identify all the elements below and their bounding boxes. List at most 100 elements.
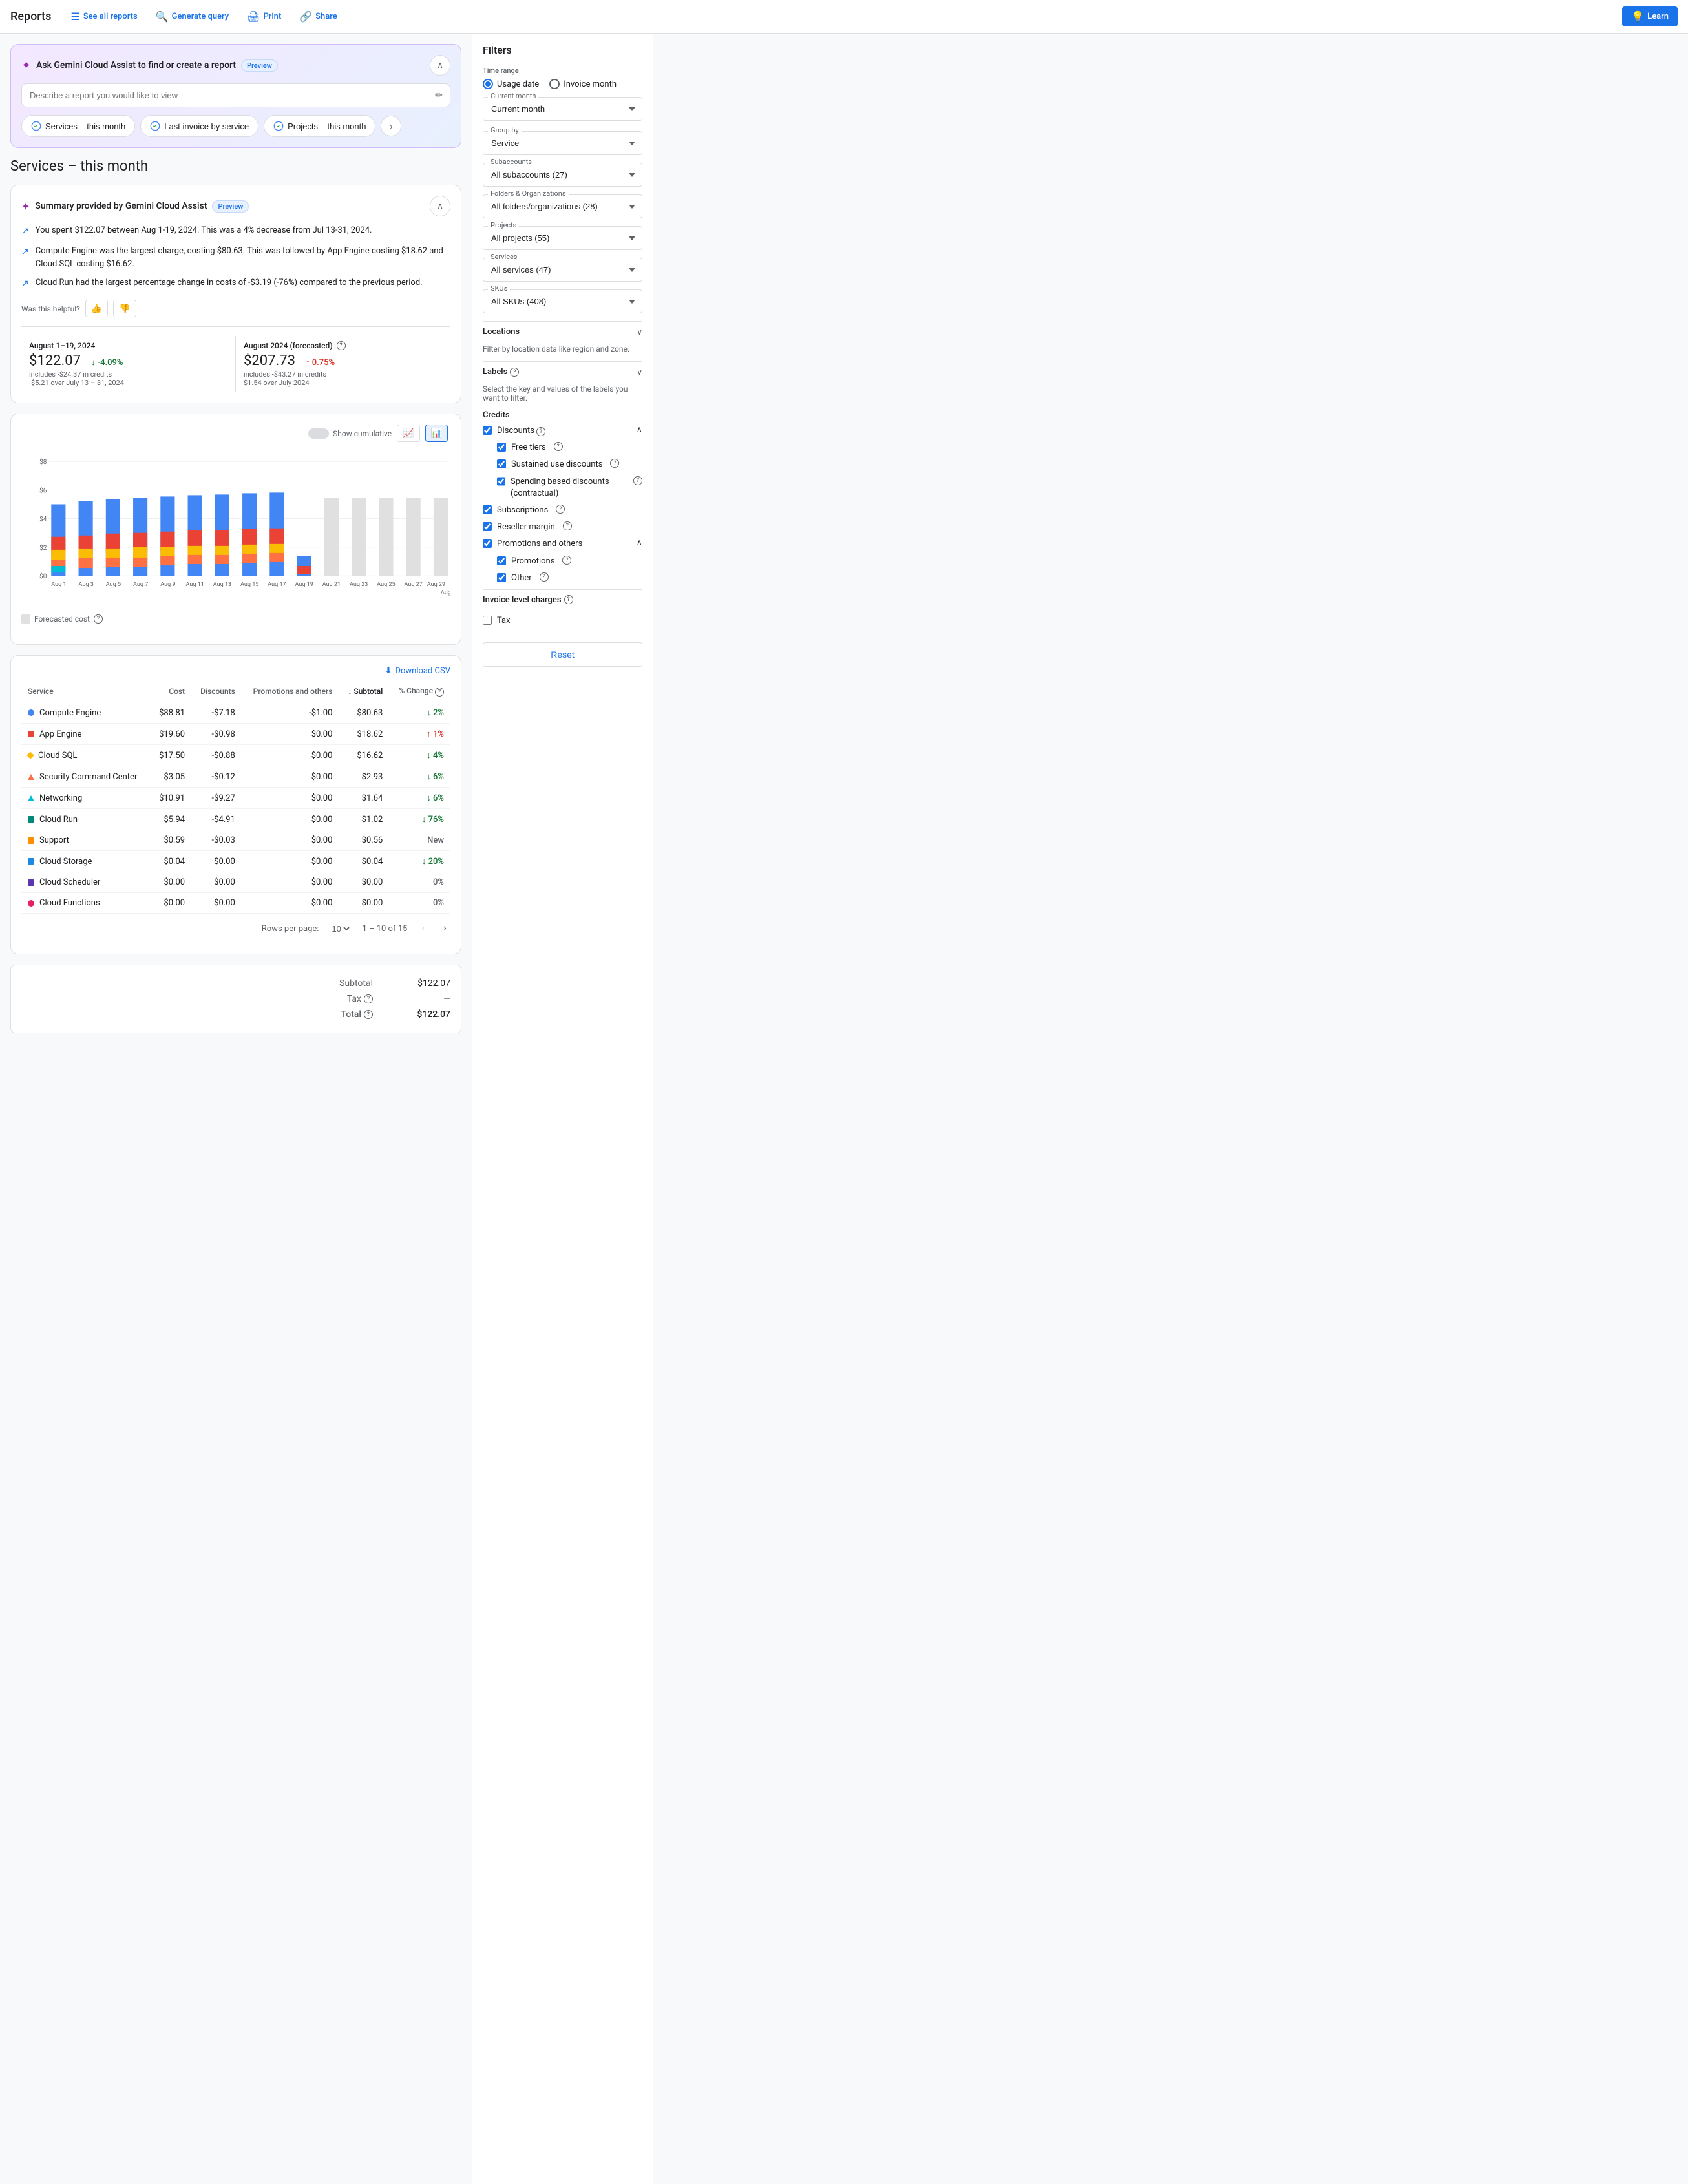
folders-select[interactable]: All folders/organizations (28) <box>483 194 642 218</box>
cumulative-switch[interactable] <box>308 428 329 439</box>
rows-per-page-select[interactable]: 10 25 50 <box>329 923 352 934</box>
invoice-level-help[interactable]: ? <box>564 595 573 604</box>
summary-item-2: ↗ Compute Engine was the largest charge,… <box>21 245 450 270</box>
projects-select[interactable]: All projects (55) <box>483 226 642 250</box>
svg-text:$2: $2 <box>39 543 47 552</box>
bar-chart: $8 $6 $4 $2 $0 <box>21 452 450 602</box>
next-page-btn[interactable]: › <box>439 921 450 936</box>
reset-btn[interactable]: Reset <box>483 642 642 667</box>
generate-query-link[interactable]: 🔍 Generate query <box>149 6 235 26</box>
invoice-month-radio-circle <box>549 79 560 89</box>
promotions-help[interactable]: ? <box>562 556 571 565</box>
quick-report-projects[interactable]: Projects – this month <box>264 115 375 137</box>
svg-text:$8: $8 <box>39 457 47 466</box>
table-section: ⬇ Download CSV Service Cost Discounts Pr… <box>10 655 461 954</box>
trend-icon-3: ↗ <box>21 277 29 291</box>
bar-chart-btn[interactable]: 📊 <box>425 425 448 442</box>
summary-preview-badge: Preview <box>212 200 249 213</box>
skus-select[interactable]: All SKUs (408) <box>483 289 642 313</box>
spending-help[interactable]: ? <box>633 476 642 485</box>
promotions-others-check[interactable] <box>483 539 492 548</box>
col-discounts: Discounts <box>191 681 242 702</box>
total-help-icon[interactable]: ? <box>364 1010 373 1019</box>
usage-date-radio[interactable]: Usage date <box>483 79 539 89</box>
summary-collapse-btn[interactable]: ∧ <box>430 196 450 216</box>
other-check[interactable] <box>497 573 506 582</box>
quick-report-invoice[interactable]: Last invoice by service <box>140 115 258 137</box>
tax-check[interactable] <box>483 616 492 625</box>
group-by-section: Group by Service <box>483 131 642 155</box>
svg-text:$0: $0 <box>39 572 47 580</box>
subscriptions-check[interactable] <box>483 505 492 514</box>
subscriptions-help[interactable]: ? <box>556 505 565 514</box>
totals-card: Subtotal $122.07 Tax ? — Total ? $122.07 <box>10 965 461 1033</box>
learn-link[interactable]: 💡 Learn <box>1622 6 1678 26</box>
labels-help-icon[interactable]: ? <box>510 368 519 377</box>
svg-text:Aug 13: Aug 13 <box>213 582 231 588</box>
print-link[interactable]: 🖨 Print <box>240 6 288 26</box>
services-section: Services All services (47) <box>483 258 642 282</box>
forecasted-dot <box>21 614 30 624</box>
table-row: Cloud Run$5.94-$4.91$0.00$1.02↓ 76% <box>21 809 450 830</box>
service-cell: Cloud Run <box>21 809 151 830</box>
gemini-input[interactable] <box>21 83 450 107</box>
free-tiers-help[interactable]: ? <box>554 442 563 451</box>
forecasted-help-icon[interactable]: ? <box>337 341 346 350</box>
labels-collapsible[interactable]: Labels ? ∨ <box>483 361 642 382</box>
svg-text:Aug 9: Aug 9 <box>160 582 175 588</box>
thumbs-up-btn[interactable]: 👍 <box>85 300 108 317</box>
gemini-star-icon: ✦ <box>21 59 31 72</box>
spending-based-check[interactable] <box>497 477 505 486</box>
reseller-margin-check[interactable] <box>483 522 492 531</box>
subaccounts-select[interactable]: All subaccounts (27) <box>483 163 642 187</box>
time-range-section: Time range Usage date Invoice month Curr… <box>483 67 642 121</box>
other-help[interactable]: ? <box>540 572 549 582</box>
change-help-icon[interactable]: ? <box>435 688 444 697</box>
svg-text:Aug 11: Aug 11 <box>186 582 204 588</box>
reseller-margin-checkbox: Reseller margin ? <box>483 521 642 533</box>
quick-reports-next-btn[interactable]: › <box>381 116 401 136</box>
services-select[interactable]: All services (47) <box>483 258 642 282</box>
metric-forecasted: August 2024 (forecasted) ? $207.73 ↑ 0.7… <box>236 336 450 392</box>
table-row: Compute Engine$88.81-$7.18-$1.00$80.63↓ … <box>21 702 450 724</box>
sustained-help[interactable]: ? <box>610 459 619 468</box>
line-chart-btn[interactable]: 📈 <box>397 425 419 442</box>
show-cumulative-toggle[interactable]: Show cumulative <box>308 428 392 439</box>
invoice-month-radio[interactable]: Invoice month <box>549 79 617 89</box>
promotions-check[interactable] <box>497 556 506 565</box>
thumbs-down-btn[interactable]: 👎 <box>113 300 136 317</box>
skus-section: SKUs All SKUs (408) <box>483 289 642 313</box>
discounts-help-icon[interactable]: ? <box>536 427 545 436</box>
prev-page-btn[interactable]: ‹ <box>417 921 428 936</box>
discounts-check[interactable] <box>483 426 492 435</box>
group-by-select[interactable]: Service <box>483 131 642 155</box>
service-cell: Networking <box>21 788 151 809</box>
see-all-reports-link[interactable]: ☰ See all reports <box>64 6 143 26</box>
col-cost: Cost <box>151 681 191 702</box>
reseller-help[interactable]: ? <box>563 521 572 530</box>
table-row: Support$0.59-$0.03$0.00$0.56New <box>21 830 450 851</box>
gemini-collapse-btn[interactable]: ∧ <box>430 55 450 76</box>
tax-help-icon[interactable]: ? <box>364 994 373 1003</box>
time-range-select[interactable]: Current month <box>483 97 642 121</box>
discounts-collapse-icon[interactable]: ∧ <box>636 425 642 435</box>
locations-sub: Filter by location data like region and … <box>483 344 642 353</box>
forecasted-cost-help[interactable]: ? <box>94 614 103 624</box>
other-checkbox: Other ? <box>497 572 642 584</box>
discounts-checkbox: Discounts ? ∧ <box>483 425 642 437</box>
subscriptions-checkbox: Subscriptions ? <box>483 505 642 516</box>
list-icon: ☰ <box>70 10 79 23</box>
download-csv-btn[interactable]: ⬇ Download CSV <box>385 666 450 676</box>
share-link[interactable]: 🔗 Share <box>293 6 343 26</box>
table-row: App Engine$19.60-$0.98$0.00$18.62↑ 1% <box>21 724 450 745</box>
free-tiers-checkbox: Free tiers ? <box>497 442 642 454</box>
metric-current: August 1–19, 2024 $122.07 ↓ -4.09% inclu… <box>21 336 236 392</box>
svg-text:Aug 21: Aug 21 <box>322 582 341 588</box>
svg-text:Aug 25: Aug 25 <box>377 582 395 588</box>
sustained-use-check[interactable] <box>497 459 506 468</box>
promotions-checkbox: Promotions ? <box>497 556 642 567</box>
free-tiers-check[interactable] <box>497 443 506 452</box>
locations-collapsible[interactable]: Locations ∨ <box>483 321 642 342</box>
quick-report-services[interactable]: Services – this month <box>21 115 135 137</box>
promotions-collapse-icon[interactable]: ∧ <box>636 538 642 548</box>
